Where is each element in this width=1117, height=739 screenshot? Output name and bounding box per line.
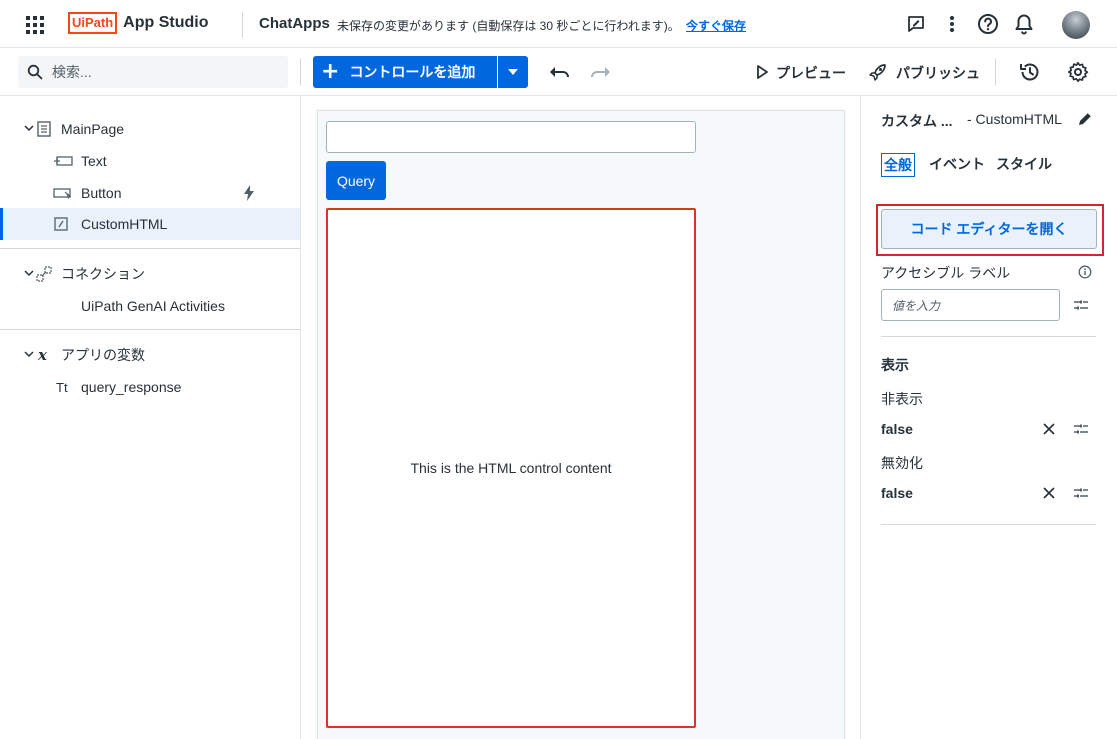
- tree-item-app-variables[interactable]: x アプリの変数: [0, 339, 300, 371]
- toolbar-divider: [300, 59, 301, 85]
- properties-panel: カスタム ... - CustomHTML 全般 イベント スタイル コード エ…: [860, 96, 1117, 739]
- rocket-icon[interactable]: [866, 60, 890, 84]
- notifications-bell-icon[interactable]: [1012, 12, 1036, 36]
- custom-html-control[interactable]: This is the HTML control content: [326, 208, 696, 728]
- disabled-label: 無効化: [881, 455, 923, 471]
- section-divider: [881, 336, 1096, 337]
- settings-gear-icon[interactable]: [1066, 60, 1090, 84]
- tree-label-app-variables: アプリの変数: [61, 347, 145, 363]
- unsaved-message: 未保存の変更があります (自動保存は 30 秒ごとに行われます)。: [337, 19, 680, 33]
- tree-item-customhtml[interactable]: CustomHTML: [0, 208, 300, 240]
- editor-toolbar: 検索... + コントロールを追加 プレビュー パブリッシュ: [0, 48, 1117, 96]
- more-vertical-icon[interactable]: [940, 12, 964, 36]
- add-control-dropdown[interactable]: [498, 56, 528, 88]
- page-tree-panel: MainPage Text Button CustomHTML コネクション U…: [0, 96, 301, 739]
- button-control-icon: [53, 188, 72, 199]
- plus-icon: +: [321, 59, 340, 84]
- play-icon[interactable]: [750, 60, 774, 84]
- variable-x-icon: x: [38, 346, 47, 364]
- tab-events[interactable]: イベント: [927, 153, 987, 175]
- search-icon: [27, 64, 43, 80]
- tree-label-button: Button: [81, 185, 122, 201]
- tree-label-genai: UiPath GenAI Activities: [81, 298, 225, 314]
- tree-label-text: Text: [81, 153, 107, 169]
- binding-options-icon[interactable]: [1071, 295, 1091, 315]
- lightning-bolt-icon: [244, 185, 254, 201]
- add-control-label: コントロールを追加: [349, 64, 476, 80]
- disabled-value[interactable]: false: [881, 485, 913, 501]
- product-name: App Studio: [123, 14, 209, 31]
- app-name: ChatApps: [259, 15, 330, 32]
- logo-mark: UiPath: [68, 12, 118, 34]
- hidden-label: 非表示: [881, 391, 923, 407]
- properties-title: カスタム ...: [881, 113, 953, 129]
- hidden-value[interactable]: false: [881, 421, 913, 437]
- tree-label-mainpage: MainPage: [61, 121, 125, 137]
- text-type-icon: Tt: [56, 379, 68, 395]
- display-section-heading: 表示: [881, 357, 909, 373]
- uipath-logo[interactable]: UiPath App Studio: [68, 12, 208, 34]
- tree-divider-2: [0, 329, 300, 330]
- tab-style[interactable]: スタイル: [994, 153, 1054, 175]
- tree-item-mainpage[interactable]: MainPage: [0, 113, 300, 145]
- header-divider: [242, 12, 243, 38]
- page-icon: [37, 121, 51, 137]
- disabled-binding-icon[interactable]: [1071, 483, 1091, 503]
- text-control-input[interactable]: [326, 121, 696, 153]
- accessible-label-placeholder: 値を入力: [892, 298, 941, 313]
- app-launcher-icon[interactable]: [24, 14, 44, 34]
- accessible-label-input[interactable]: 値を入力: [881, 289, 1060, 321]
- preview-button[interactable]: プレビュー: [776, 63, 846, 83]
- tree-item-genai-activities[interactable]: UiPath GenAI Activities: [0, 290, 300, 322]
- chevron-down-icon: [24, 351, 34, 358]
- save-now-link[interactable]: 今すぐ保存: [686, 17, 746, 34]
- open-code-editor-button[interactable]: コード エディターを開く: [881, 209, 1097, 249]
- clear-disabled-close-icon[interactable]: [1039, 483, 1059, 503]
- search-input[interactable]: 検索...: [18, 56, 288, 88]
- search-placeholder: 検索...: [52, 64, 92, 80]
- tab-general[interactable]: 全般: [881, 153, 915, 177]
- edit-pencil-icon[interactable]: [1075, 109, 1095, 129]
- custom-html-icon: [54, 217, 68, 231]
- tree-item-text[interactable]: Text: [0, 145, 300, 177]
- properties-title-suffix: - CustomHTML: [967, 111, 1062, 127]
- feedback-icon[interactable]: [904, 12, 928, 36]
- help-icon[interactable]: [976, 12, 1000, 36]
- user-avatar[interactable]: [1062, 11, 1090, 39]
- connection-icon: [36, 266, 52, 282]
- tree-label-connections: コネクション: [61, 266, 145, 282]
- publish-button[interactable]: パブリッシュ: [896, 63, 980, 83]
- tree-divider: [0, 248, 300, 249]
- app-page-preview[interactable]: Query This is the HTML control content: [317, 110, 845, 739]
- redo-icon[interactable]: [588, 60, 612, 84]
- query-button[interactable]: Query: [326, 161, 386, 200]
- history-icon[interactable]: [1018, 60, 1042, 84]
- custom-html-content: This is the HTML control content: [410, 460, 612, 476]
- toolbar-divider-2: [995, 59, 996, 85]
- info-icon[interactable]: [1075, 262, 1095, 282]
- section-divider-2: [881, 524, 1096, 525]
- chevron-down-icon: [24, 270, 34, 277]
- text-control-icon: [54, 156, 73, 166]
- design-canvas: Query This is the HTML control content: [301, 96, 860, 739]
- tree-item-connections[interactable]: コネクション: [0, 258, 300, 290]
- tree-label-customhtml: CustomHTML: [81, 216, 168, 232]
- clear-hidden-close-icon[interactable]: [1039, 419, 1059, 439]
- tree-item-button[interactable]: Button: [0, 177, 300, 209]
- accessible-label-heading: アクセシブル ラベル: [881, 265, 1011, 281]
- caret-down-icon: [508, 69, 518, 75]
- tree-item-query-response[interactable]: Tt query_response: [0, 371, 300, 403]
- undo-icon[interactable]: [548, 60, 572, 84]
- hidden-binding-icon[interactable]: [1071, 419, 1091, 439]
- chevron-down-icon: [24, 125, 34, 132]
- tree-label-query-response: query_response: [81, 379, 182, 395]
- top-bar: UiPath App Studio ChatApps 未保存の変更があります (…: [0, 0, 1117, 48]
- add-control-button[interactable]: + コントロールを追加: [313, 56, 497, 88]
